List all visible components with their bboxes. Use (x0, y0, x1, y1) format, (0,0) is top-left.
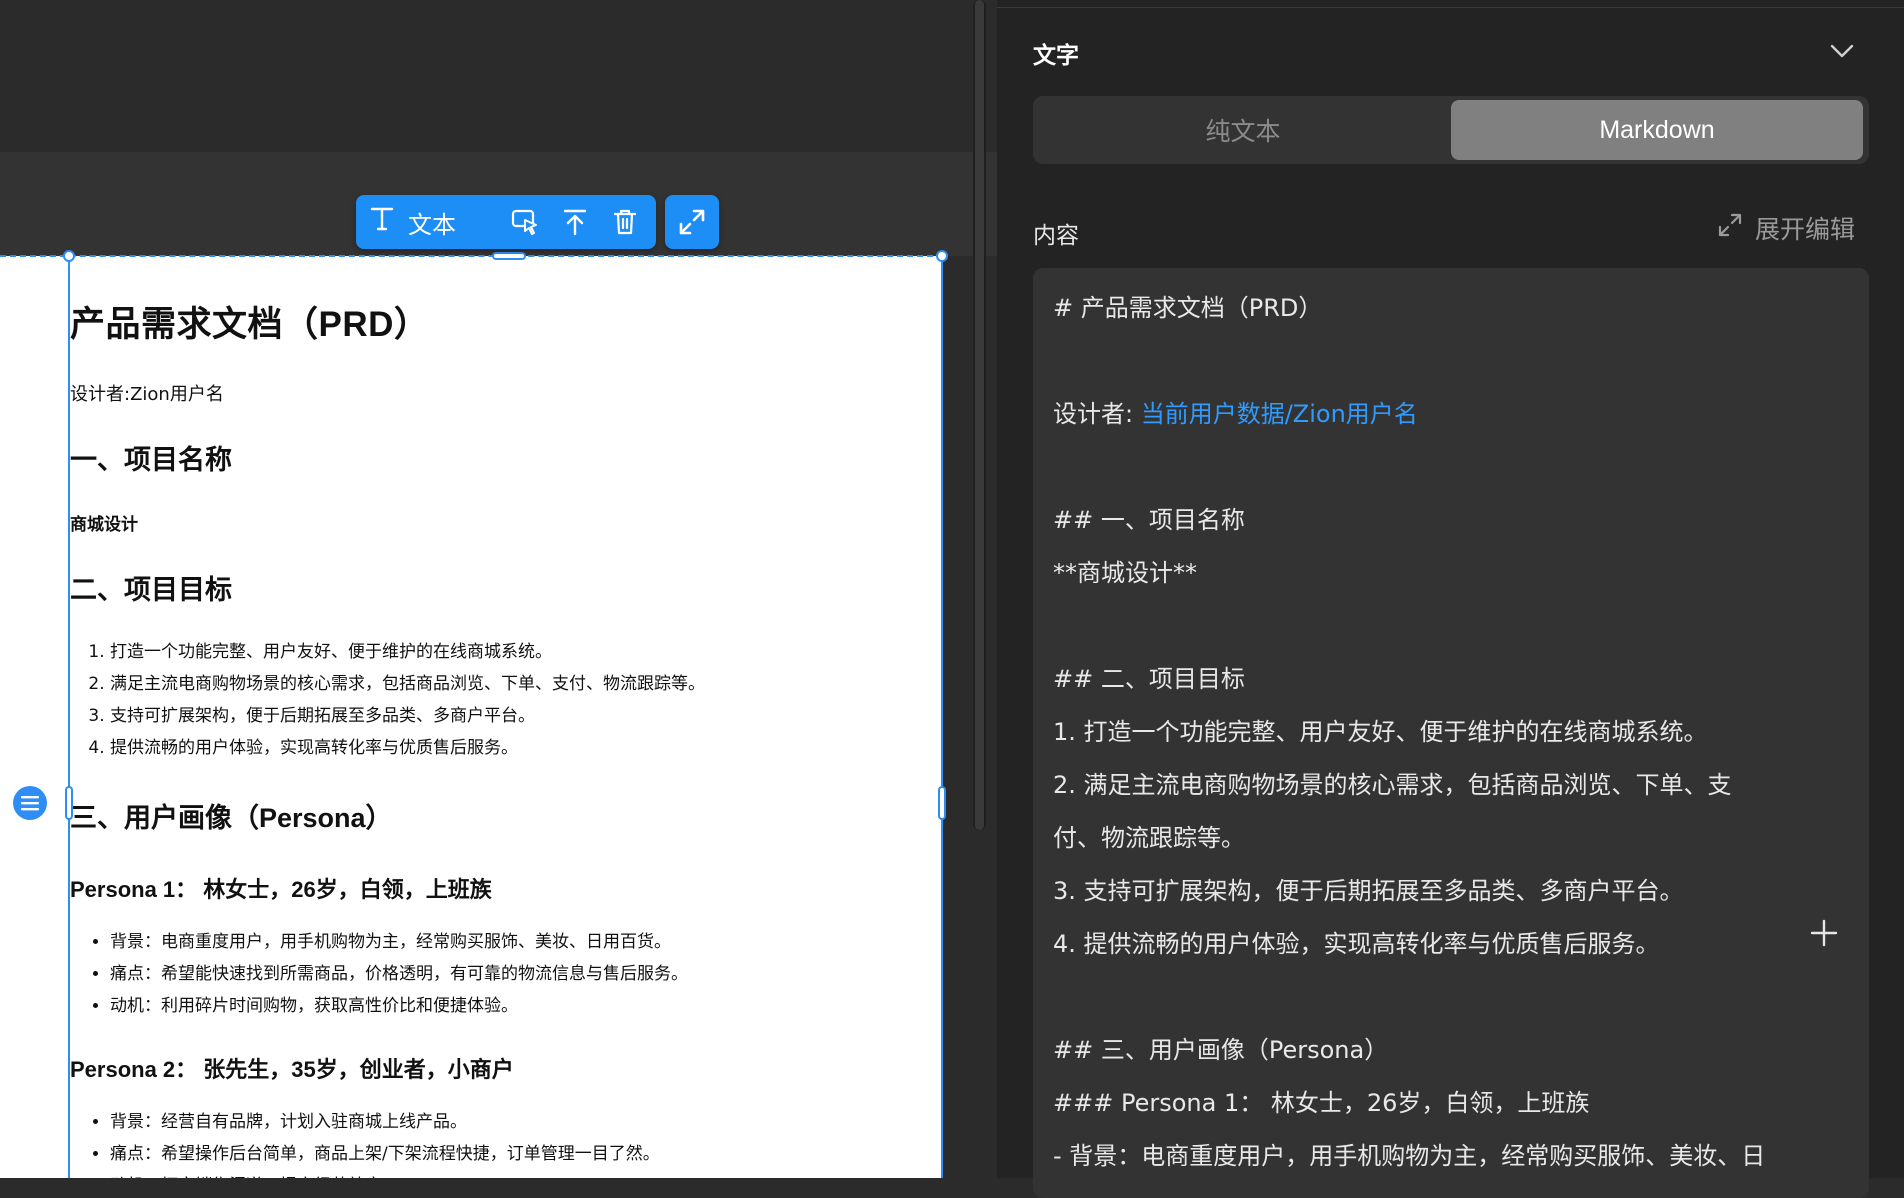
canvas-area: 产品需求文档（PRD） 设计者:Zion用户名 一、项目名称 商城设计 二、项目… (0, 0, 997, 1178)
doc-section1-heading: 一、项目名称 (70, 445, 232, 475)
editor-line: 付、物流跟踪等。 (1053, 824, 1245, 852)
list-item: 痛点：希望能快速找到所需商品，价格透明，有可靠的物流信息与售后服务。 (110, 958, 688, 990)
doc-persona2-heading: Persona 2： 张先生，35岁，创业者，小商户 (70, 1057, 514, 1082)
doc-section3-heading: 三、用户画像（Persona） (70, 803, 393, 833)
doc-designer: 设计者:Zion用户名 (70, 384, 224, 405)
list-item: 背景：经营自有品牌，计划入驻商城上线产品。 (110, 1106, 660, 1138)
select-pointer-icon[interactable] (510, 207, 540, 237)
editor-line: 4. 提供流畅的用户体验，实现高转化率与优质售后服务。 (1053, 930, 1660, 958)
editor-line: 2. 满足主流电商购物场景的核心需求，包括商品浏览、下单、支 (1053, 771, 1732, 799)
doc-persona2-list: 背景：经营自有品牌，计划入驻商城上线产品。 痛点：希望操作后台简单，商品上架/下… (70, 1106, 660, 1178)
chevron-down-icon[interactable] (1827, 38, 1857, 64)
list-item: 动机：利用碎片时间购物，获取高性价比和便捷体验。 (110, 990, 688, 1022)
editor-line: ## 三、用户画像（Persona） (1053, 1036, 1389, 1064)
expand-edit-icon (1717, 212, 1743, 244)
list-item: 满足主流电商购物场景的核心需求，包括商品浏览、下单、支付、物流跟踪等。 (110, 668, 705, 700)
text-mode-toggle: 纯文本 Markdown (1033, 96, 1869, 164)
selection-top-edge (0, 255, 943, 257)
component-type-label[interactable]: 文本 (370, 205, 456, 240)
plus-icon[interactable] (1809, 918, 1839, 948)
variable-link[interactable]: 当前用户数据/Zion用户名 (1141, 400, 1418, 428)
selection-right-edge (941, 256, 943, 1178)
resize-handle-left[interactable] (65, 786, 73, 820)
editor-line: ### Persona 1： 林女士，26岁，白领，上班族 (1053, 1089, 1590, 1117)
list-item: 痛点：希望操作后台简单，商品上架/下架流程快捷，订单管理一目了然。 (110, 1138, 660, 1170)
expand-edit-label: 展开编辑 (1755, 215, 1856, 244)
canvas-scrollbar-thumb[interactable] (975, 0, 984, 830)
move-up-icon[interactable] (560, 207, 590, 237)
panel-divider (997, 7, 1904, 8)
editor-line-prefix: 设计者: (1053, 400, 1141, 428)
editor-line: - 背景：电商重度用户，用手机购物为主，经常购买服饰、美妆、日 (1053, 1142, 1766, 1170)
resize-handle-top-right[interactable] (936, 250, 948, 262)
editor-line: **商城设计** (1053, 559, 1197, 587)
list-item: 动机：拓宽销售渠道，提高经营效率。 (110, 1170, 660, 1178)
list-item: 打造一个功能完整、用户友好、便于维护的在线商城系统。 (110, 636, 705, 668)
list-item: 背景：电商重度用户，用手机购物为主，经常购买服饰、美妆、日用百货。 (110, 926, 688, 958)
component-toolbar: 文本 (356, 195, 656, 249)
mode-markdown-button[interactable]: Markdown (1451, 100, 1863, 160)
doc-goals-list: 打造一个功能完整、用户友好、便于维护的在线商城系统。 满足主流电商购物场景的核心… (70, 636, 705, 764)
text-type-icon (370, 206, 394, 238)
resize-handle-top[interactable] (492, 252, 526, 260)
list-item: 提供流畅的用户体验，实现高转化率与优质售后服务。 (110, 732, 705, 764)
panel-title: 文字 (1033, 43, 1079, 69)
doc-section1-body: 商城设计 (70, 515, 138, 535)
canvas-top-region (0, 0, 997, 152)
doc-persona1-list: 背景：电商重度用户，用手机购物为主，经常购买服饰、美妆、日用百货。 痛点：希望能… (70, 926, 688, 1022)
trash-icon[interactable] (610, 207, 640, 237)
properties-panel: 文字 纯文本 Markdown 内容 展开编辑 # 产品需求文档（PRD） 设计… (997, 0, 1904, 1198)
resize-handle-right[interactable] (938, 786, 946, 820)
markdown-editor[interactable]: # 产品需求文档（PRD） 设计者: 当前用户数据/Zion用户名 ## 一、项… (1033, 268, 1869, 1198)
editor-line: ## 二、项目目标 (1053, 665, 1245, 693)
doc-persona1-heading: Persona 1： 林女士，26岁，白领，上班族 (70, 877, 492, 902)
expand-icon[interactable] (665, 195, 719, 249)
editor-line: 1. 打造一个功能完整、用户友好、便于维护的在线商城系统。 (1053, 718, 1708, 746)
doc-title: 产品需求文档（PRD） (70, 305, 430, 344)
doc-section2-heading: 二、项目目标 (70, 575, 232, 605)
editor-line: 设计者: 当前用户数据/Zion用户名 (1053, 394, 1418, 429)
editor-line: ## 一、项目名称 (1053, 506, 1245, 534)
editor-line: 3. 支持可扩展架构，便于后期拓展至多品类、多商户平台。 (1053, 877, 1684, 905)
mode-plain-text-button[interactable]: 纯文本 (1033, 96, 1453, 164)
resize-handle-top-left[interactable] (63, 250, 75, 262)
selection-left-edge (68, 256, 70, 1178)
text-component[interactable]: 产品需求文档（PRD） 设计者:Zion用户名 一、项目名称 商城设计 二、项目… (0, 256, 943, 1178)
component-type-text: 文本 (408, 210, 456, 239)
editor-line: # 产品需求文档（PRD） (1053, 294, 1323, 322)
content-label: 内容 (1033, 223, 1079, 249)
expand-edit-button[interactable]: 展开编辑 (1717, 210, 1855, 246)
list-item: 支持可扩展架构，便于后期拓展至多品类、多商户平台。 (110, 700, 705, 732)
list-icon[interactable] (13, 786, 47, 820)
